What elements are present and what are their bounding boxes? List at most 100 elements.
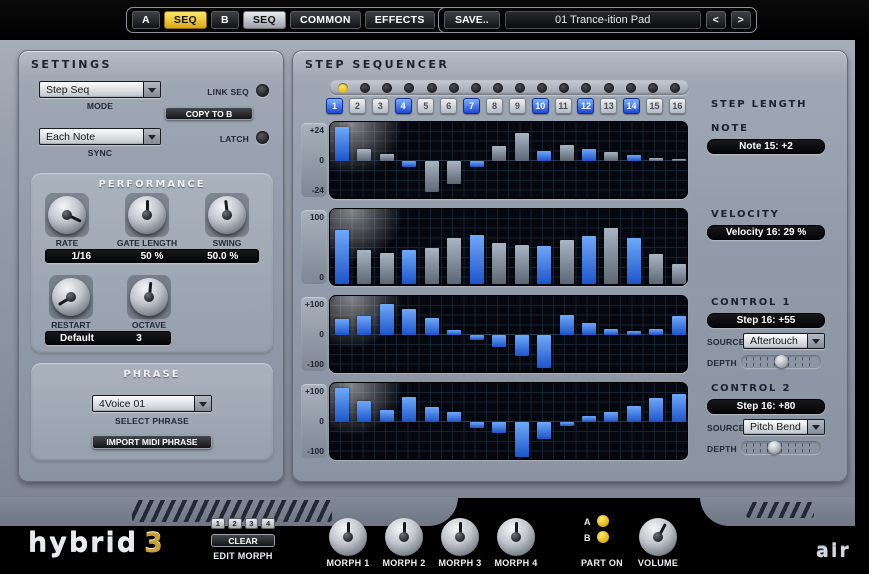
velocity-chart[interactable] (329, 208, 688, 286)
velocity-bar-3[interactable] (380, 253, 394, 284)
preset-name-display[interactable]: 01 Trance-ition Pad (505, 11, 701, 29)
save-button[interactable]: SAVE.. (444, 11, 500, 29)
clear-morph-button[interactable]: CLEAR (211, 534, 275, 547)
tab-common[interactable]: COMMON (290, 11, 361, 29)
note-bar-13[interactable] (604, 152, 618, 161)
control1-depth-slider[interactable] (741, 355, 821, 368)
velocity-bar-10[interactable] (537, 246, 551, 284)
step-button-10[interactable]: 10 (532, 98, 549, 114)
edit-morph-button-2[interactable]: 2 (228, 518, 242, 529)
edit-morph-button-3[interactable]: 3 (245, 518, 259, 529)
control1-bar-3[interactable] (380, 304, 394, 335)
note-bar-14[interactable] (627, 155, 641, 161)
step-button-11[interactable]: 11 (555, 98, 572, 114)
control2-bar-1[interactable] (335, 388, 349, 422)
step-button-15[interactable]: 15 (646, 98, 663, 114)
control1-chart[interactable] (329, 295, 688, 373)
edit-morph-button-1[interactable]: 1 (211, 518, 225, 529)
tab-seq-a[interactable]: SEQ (164, 11, 207, 29)
note-bar-16[interactable] (672, 159, 686, 161)
control2-bar-12[interactable] (582, 416, 596, 422)
control2-bar-13[interactable] (604, 412, 618, 423)
control1-bar-13[interactable] (604, 329, 618, 335)
control2-bar-9[interactable] (515, 422, 529, 457)
morph2-knob[interactable] (385, 518, 423, 556)
step-button-5[interactable]: 5 (417, 98, 434, 114)
step-button-14[interactable]: 14 (623, 98, 640, 114)
control2-bar-14[interactable] (627, 406, 641, 422)
control2-chart[interactable] (329, 382, 688, 460)
mode-dropdown[interactable]: Step Seq (39, 81, 161, 98)
tab-part-a[interactable]: A (132, 11, 160, 29)
control2-bar-4[interactable] (402, 397, 416, 422)
preset-next-button[interactable]: > (731, 11, 751, 29)
control1-bar-11[interactable] (560, 315, 574, 335)
velocity-bar-6[interactable] (447, 238, 461, 284)
control2-bar-3[interactable] (380, 410, 394, 422)
velocity-bar-15[interactable] (649, 254, 663, 284)
velocity-bar-4[interactable] (402, 250, 416, 284)
tab-part-b[interactable]: B (211, 11, 239, 29)
note-bar-4[interactable] (402, 161, 416, 167)
control1-bar-9[interactable] (515, 335, 529, 356)
control1-bar-10[interactable] (537, 335, 551, 368)
step-button-16[interactable]: 16 (669, 98, 686, 114)
morph4-knob[interactable] (497, 518, 535, 556)
note-bar-5[interactable] (425, 161, 439, 192)
link-seq-led[interactable] (256, 84, 269, 97)
velocity-bar-13[interactable] (604, 228, 618, 284)
control2-bar-5[interactable] (425, 407, 439, 422)
control2-bar-10[interactable] (537, 422, 551, 439)
step-button-4[interactable]: 4 (395, 98, 412, 114)
morph1-knob[interactable] (329, 518, 367, 556)
control1-bar-14[interactable] (627, 331, 641, 335)
note-bar-15[interactable] (649, 158, 663, 161)
latch-led[interactable] (256, 131, 269, 144)
control1-bar-8[interactable] (492, 335, 506, 347)
velocity-bar-14[interactable] (627, 238, 641, 284)
note-bar-3[interactable] (380, 154, 394, 161)
note-bar-2[interactable] (357, 149, 371, 161)
velocity-bar-2[interactable] (357, 250, 371, 284)
step-button-12[interactable]: 12 (577, 98, 594, 114)
control1-bar-12[interactable] (582, 323, 596, 335)
note-bar-9[interactable] (515, 133, 529, 161)
step-button-6[interactable]: 6 (440, 98, 457, 114)
edit-morph-button-4[interactable]: 4 (261, 518, 275, 529)
velocity-bar-16[interactable] (672, 264, 686, 284)
control2-bar-7[interactable] (470, 422, 484, 428)
control1-bar-5[interactable] (425, 318, 439, 335)
velocity-bar-5[interactable] (425, 248, 439, 284)
velocity-bar-8[interactable] (492, 243, 506, 284)
control1-bar-15[interactable] (649, 329, 663, 335)
step-button-7[interactable]: 7 (463, 98, 480, 114)
import-midi-phrase-button[interactable]: IMPORT MIDI PHRASE (92, 435, 212, 449)
velocity-bar-12[interactable] (582, 236, 596, 284)
step-button-1[interactable]: 1 (326, 98, 343, 114)
note-chart[interactable] (329, 121, 688, 199)
swing-knob[interactable] (208, 196, 246, 234)
control2-bar-6[interactable] (447, 412, 461, 423)
note-bar-11[interactable] (560, 145, 574, 161)
velocity-bar-1[interactable] (335, 230, 349, 284)
note-bar-7[interactable] (470, 161, 484, 167)
control2-bar-16[interactable] (672, 394, 686, 422)
octave-knob[interactable] (130, 278, 168, 316)
velocity-bar-9[interactable] (515, 245, 529, 284)
control1-bar-1[interactable] (335, 319, 349, 335)
part-b-led[interactable] (597, 531, 609, 543)
note-bar-1[interactable] (335, 127, 349, 161)
control1-source-dropdown[interactable]: Aftertouch (743, 333, 825, 349)
step-button-13[interactable]: 13 (600, 98, 617, 114)
control1-bar-7[interactable] (470, 335, 484, 340)
control2-bar-15[interactable] (649, 398, 663, 422)
step-button-8[interactable]: 8 (486, 98, 503, 114)
control2-bar-8[interactable] (492, 422, 506, 433)
control1-bar-6[interactable] (447, 330, 461, 335)
control1-bar-4[interactable] (402, 309, 416, 335)
step-button-9[interactable]: 9 (509, 98, 526, 114)
rate-knob[interactable] (48, 196, 86, 234)
tab-effects[interactable]: EFFECTS (365, 11, 435, 29)
gate-length-knob[interactable] (128, 196, 166, 234)
control1-bar-2[interactable] (357, 316, 371, 335)
